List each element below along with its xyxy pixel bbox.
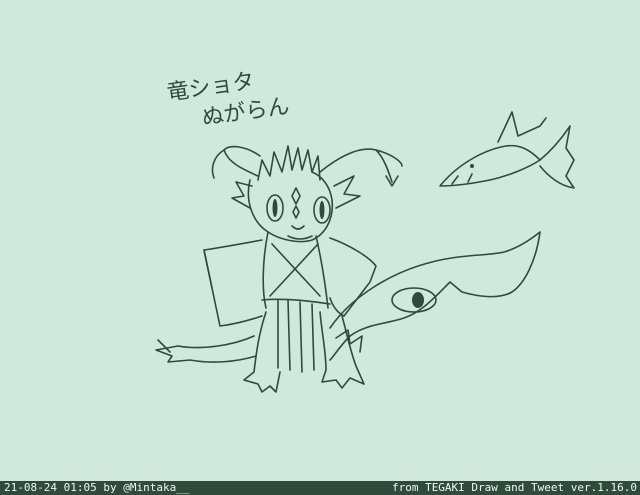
tegaki-post: 竜ショタ ぬがらん 21-08-24 01:05 by @Mintaka__ f… xyxy=(0,0,640,495)
timestamp-author-label: 21-08-24 01:05 by @Mintaka__ xyxy=(4,481,190,494)
app-credit-label: from TEGAKI Draw and Tweet ver.1.16.0 xyxy=(391,481,637,494)
dragon-character-drawing xyxy=(155,145,541,393)
fish-drawing xyxy=(439,111,575,189)
footer-bar: 21-08-24 01:05 by @Mintaka__ from TEGAKI… xyxy=(0,481,640,495)
sketch-svg: 竜ショタ ぬがらん xyxy=(155,69,575,393)
drawing-canvas: 竜ショタ ぬがらん xyxy=(0,0,640,481)
